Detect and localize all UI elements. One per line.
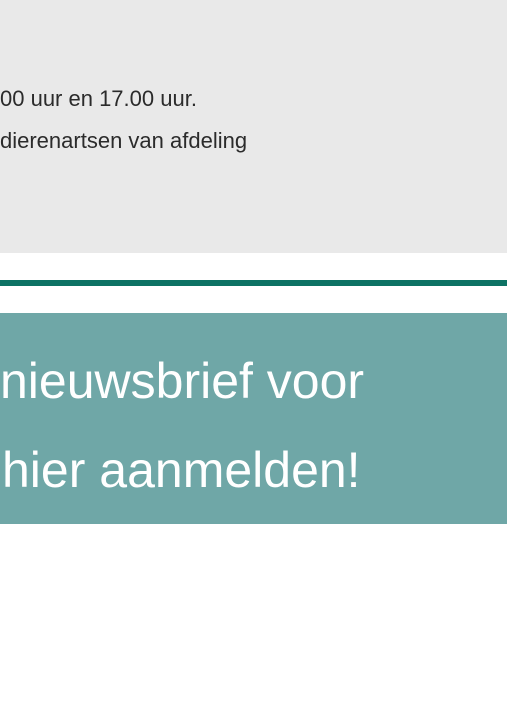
page: 00 uur en 17.00 uur. dierenartsen van af… (0, 0, 507, 717)
info-text-hours: 00 uur en 17.00 uur. (0, 86, 197, 111)
newsletter-signup-banner[interactable]: nieuwsbrief voor hier aanmelden! (0, 313, 507, 524)
info-text-vets: dierenartsen van afdeling (0, 128, 248, 153)
info-box: 00 uur en 17.00 uur. dierenartsen van af… (0, 0, 507, 253)
newsletter-banner-line-2: hier aanmelden! (2, 442, 361, 498)
section-divider (0, 280, 507, 286)
newsletter-banner-line-1: nieuwsbrief voor (0, 353, 365, 409)
